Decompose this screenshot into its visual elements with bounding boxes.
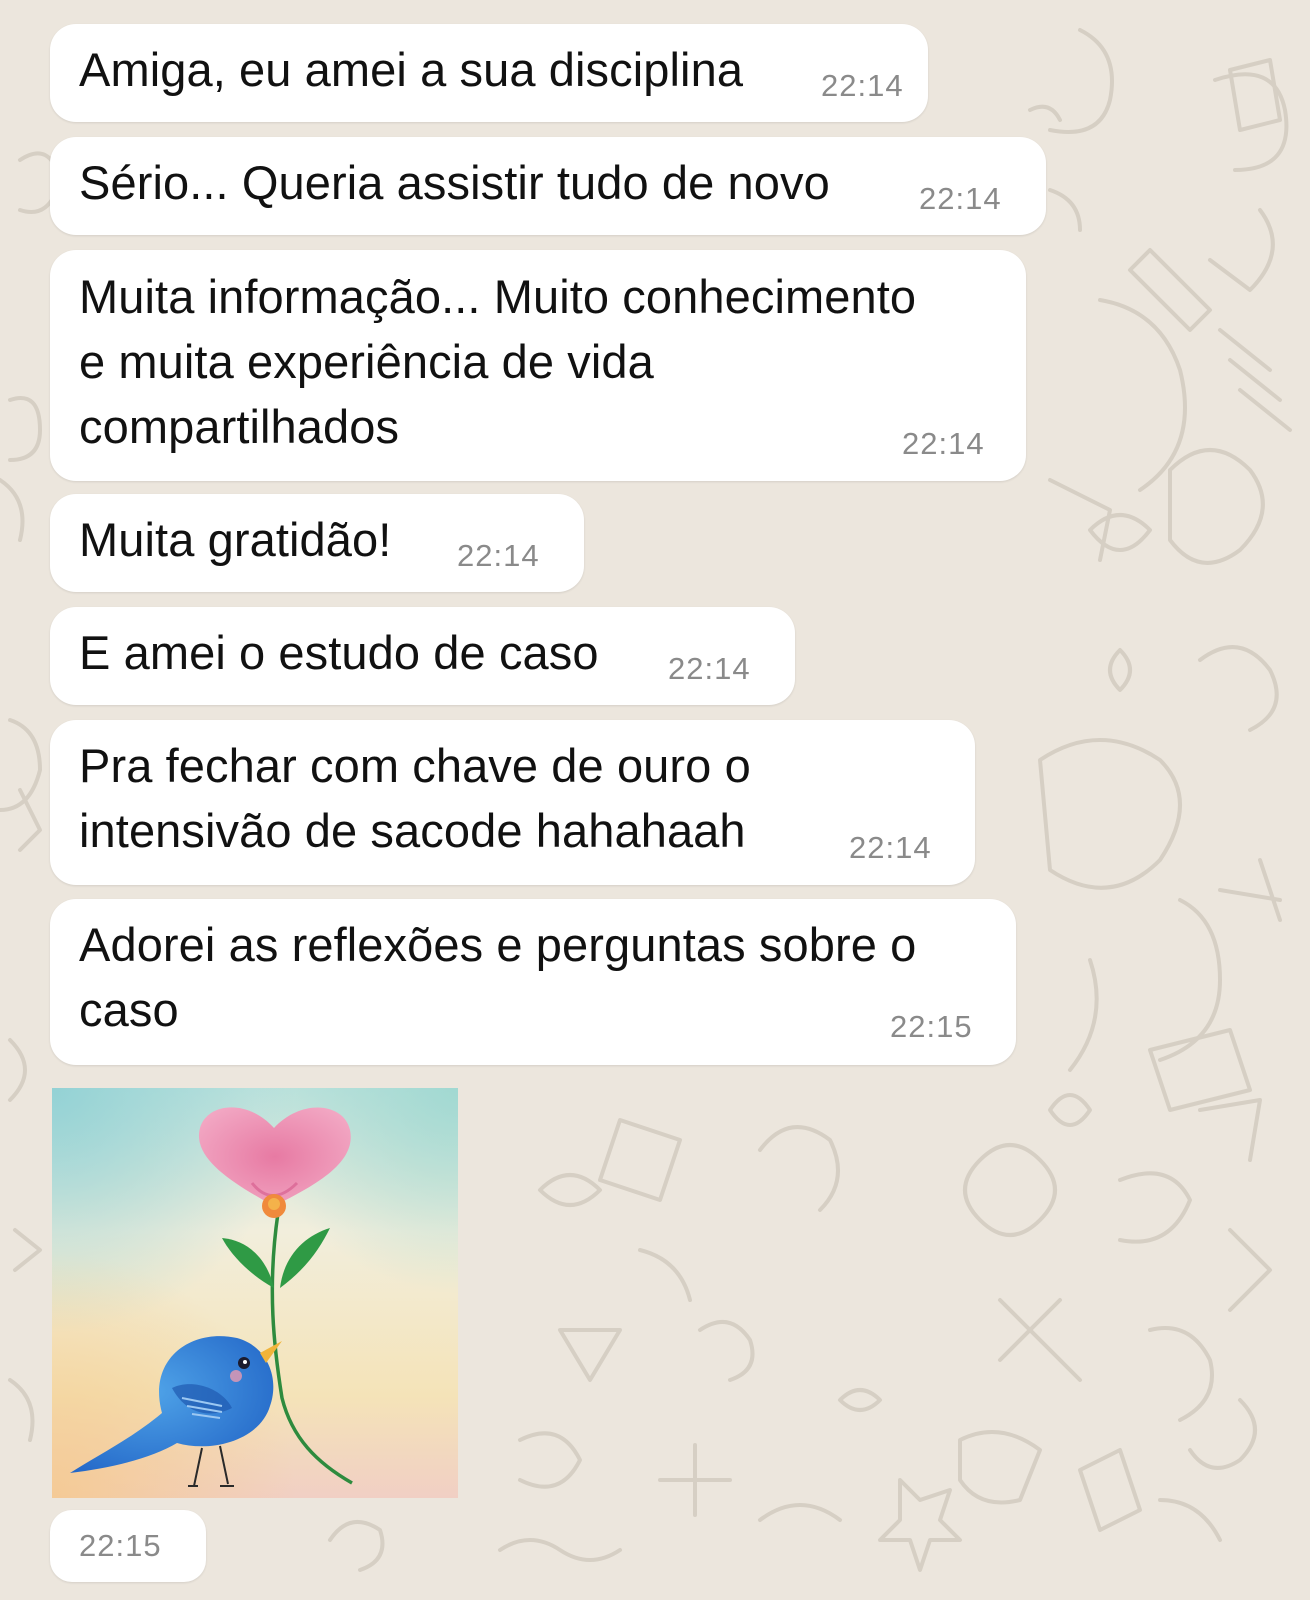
message-time: 22:14 <box>849 830 932 865</box>
message-time: 22:14 <box>668 651 751 686</box>
message-bubble[interactable]: Pra fechar com chave de ouro o intensivã… <box>50 720 975 885</box>
message-bubble[interactable]: Sério... Queria assistir tudo de novo 22… <box>50 137 1046 235</box>
message-bubble[interactable]: Muita informação... Muito conhecimento e… <box>50 250 1026 481</box>
message-time: 22:15 <box>890 1009 973 1044</box>
image-message[interactable] <box>52 1088 458 1498</box>
message-bubble[interactable]: Muita gratidão! 22:14 <box>50 494 584 592</box>
message-text: Amiga, eu amei a sua disciplina <box>79 43 744 96</box>
image-time-bubble: 22:15 <box>50 1510 206 1582</box>
message-bubble[interactable]: Amiga, eu amei a sua disciplina 22:14 <box>50 24 928 122</box>
message-bubble[interactable]: E amei o estudo de caso 22:14 <box>50 607 795 705</box>
message-time: 22:14 <box>821 68 904 103</box>
message-text: Adorei as reflexões e perguntas sobre o … <box>79 918 917 1036</box>
message-text: Pra fechar com chave de ouro o intensivã… <box>79 739 751 857</box>
message-text: Sério... Queria assistir tudo de novo <box>79 156 830 209</box>
message-text: E amei o estudo de caso <box>79 626 599 679</box>
message-time: 22:15 <box>79 1528 162 1563</box>
message-time: 22:14 <box>919 181 1002 216</box>
message-text: Muita informação... Muito conhecimento e… <box>79 270 917 453</box>
message-bubble[interactable]: Adorei as reflexões e perguntas sobre o … <box>50 899 1016 1065</box>
bird-with-heart-flower-illustration <box>52 1088 458 1498</box>
message-time: 22:14 <box>457 538 540 573</box>
message-text: Muita gratidão! <box>79 513 392 566</box>
chat-area[interactable]: Amiga, eu amei a sua disciplina 22:14 Sé… <box>0 0 1310 1600</box>
message-time: 22:14 <box>902 426 985 461</box>
